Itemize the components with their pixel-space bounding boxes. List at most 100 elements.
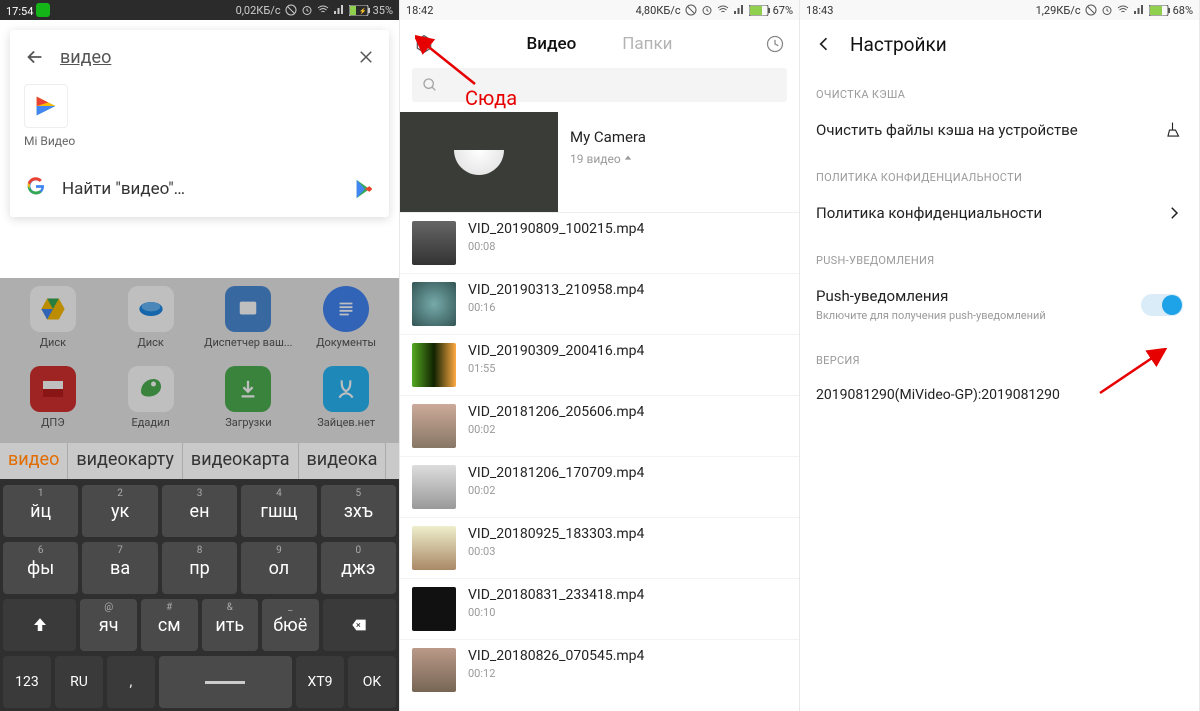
video-item[interactable]: VID_20180831_233418.mp400:10 <box>400 579 799 640</box>
key[interactable]: 8пр <box>162 542 237 594</box>
key[interactable]: 9ол <box>241 542 316 594</box>
alarm-icon <box>701 4 713 16</box>
folder-row[interactable]: My Camera 19 видео <box>400 112 799 213</box>
suggestion[interactable]: видеока <box>299 443 387 479</box>
folder-title: My Camera <box>570 128 646 146</box>
alarm-icon <box>1101 4 1113 16</box>
ok-key[interactable]: OK <box>348 656 396 708</box>
xt9-key[interactable]: XT9 <box>296 656 344 708</box>
svg-text:⚡: ⚡ <box>359 7 366 15</box>
video-item[interactable]: VID_20190809_100215.mp400:08 <box>400 213 799 274</box>
google-play-search[interactable]: Найти "видео"… <box>24 162 375 217</box>
running-app-badge <box>36 3 50 17</box>
section-cache: ОЧИСТКА КЭША <box>800 68 1199 109</box>
tab-videos[interactable]: Видео <box>527 34 577 54</box>
suggestion[interactable]: видеокарта <box>183 443 299 479</box>
back-arrow-icon[interactable] <box>24 46 46 68</box>
app-zaycev[interactable]: Зайцев.нет <box>297 366 395 440</box>
video-item[interactable]: VID_20181206_170709.mp400:02 <box>400 457 799 518</box>
dnd-icon <box>685 4 697 16</box>
signal-icon <box>1133 4 1145 16</box>
google-play-search-label: Найти "видео"… <box>62 179 339 199</box>
suggestion-bar: видео видеокарту видеокарта видеока <box>0 443 399 479</box>
section-push: PUSH-УВЕДОМЛЕНИЯ <box>800 234 1199 275</box>
settings-header: Настройки <box>800 20 1199 68</box>
broom-icon <box>1165 121 1183 139</box>
status-bar: 18:43 1,29КБ/с 68% <box>800 0 1199 20</box>
clear-icon[interactable] <box>357 48 375 66</box>
section-privacy: ПОЛИТИКА КОНФИДЕНЦИАЛЬНОСТИ <box>800 151 1199 192</box>
history-icon[interactable] <box>765 34 785 54</box>
key[interactable]: 1йц <box>3 485 78 537</box>
app-result-label: Mi Видео <box>24 134 75 148</box>
annotation-arrow-1 <box>415 34 495 94</box>
app-downloads[interactable]: Загрузки <box>200 366 298 440</box>
signal-icon <box>733 4 745 16</box>
battery-indicator: ⚡ 35% <box>349 4 393 17</box>
space-key[interactable] <box>159 656 292 708</box>
app-documents[interactable]: Документы <box>297 286 395 360</box>
phone-2-video-library: 18:42 4,80КБ/с 67% Видео Папки My Camera… <box>400 0 800 711</box>
numbers-key[interactable]: 123 <box>3 656 51 708</box>
battery-indicator: 67% <box>749 4 793 17</box>
battery-indicator: 68% <box>1149 4 1193 17</box>
key[interactable]: 5зхъ <box>321 485 396 537</box>
back-chevron-icon[interactable] <box>814 34 834 54</box>
app-result[interactable]: Mi Видео <box>24 84 375 148</box>
phone-1-search: 17:54 0,02КБ/с ⚡ 35% видео Mi <box>0 0 400 711</box>
sort-arrow-up-icon <box>624 154 632 162</box>
keyboard: 1йц 2ук 3ен 4гшщ 5зхъ 6фы 7ва 8пр 9ол 0д… <box>0 479 399 711</box>
app-dpe[interactable]: ДПЭ <box>4 366 102 440</box>
settings-title: Настройки <box>850 33 947 56</box>
annotation-arrow-2 <box>1090 348 1180 398</box>
app-disk[interactable]: Диск <box>4 286 102 360</box>
video-list: VID_20190809_100215.mp400:08 VID_2019031… <box>400 213 799 700</box>
comma-key[interactable]: , <box>107 656 155 708</box>
google-logo-icon <box>24 174 48 203</box>
video-item[interactable]: VID_20180925_183303.mp400:03 <box>400 518 799 579</box>
backspace-key[interactable] <box>323 599 396 651</box>
folder-thumbnail <box>400 112 558 212</box>
privacy-policy-row[interactable]: Политика конфиденциальности <box>800 192 1199 234</box>
key[interactable]: &ить <box>202 599 259 651</box>
wifi-icon <box>717 4 729 16</box>
tab-folders[interactable]: Папки <box>622 34 672 54</box>
clear-cache-row[interactable]: Очистить файлы кэша на устройстве <box>800 109 1199 151</box>
key[interactable]: 3ен <box>162 485 237 537</box>
dnd-icon <box>285 4 297 16</box>
app-disk-2[interactable]: Диск <box>102 286 200 360</box>
suggestion[interactable]: видеокарту <box>68 443 183 479</box>
key[interactable]: 2ук <box>82 485 157 537</box>
key[interactable]: @яч <box>80 599 137 651</box>
status-bar: 17:54 0,02КБ/с ⚡ 35% <box>0 0 399 20</box>
alarm-icon <box>301 4 313 16</box>
search-sheet: видео Mi Видео Найти "видео"… <box>10 30 389 217</box>
push-notifications-row[interactable]: Push-уведомления Включите для получения … <box>800 275 1199 334</box>
search-query[interactable]: видео <box>60 47 343 68</box>
app-dispatcher[interactable]: Диспетчер ваш... <box>200 286 298 360</box>
wifi-icon <box>317 4 329 16</box>
key[interactable]: 4гшщ <box>241 485 316 537</box>
key[interactable]: _бюё <box>262 599 319 651</box>
key[interactable]: 0джэ <box>321 542 396 594</box>
key[interactable]: 7ва <box>82 542 157 594</box>
wifi-icon <box>1117 4 1129 16</box>
video-item[interactable]: VID_20181206_205606.mp400:02 <box>400 396 799 457</box>
status-bar: 18:42 4,80КБ/с 67% <box>400 0 799 20</box>
app-edadil[interactable]: Едадил <box>102 366 200 440</box>
mi-video-icon <box>24 84 68 128</box>
signal-icon <box>333 4 345 16</box>
dnd-icon <box>1085 4 1097 16</box>
suggestion[interactable]: видео <box>0 443 68 479</box>
lang-key[interactable]: RU <box>55 656 103 708</box>
annotation-text: Сюда <box>465 86 517 110</box>
video-item[interactable]: VID_20190309_200416.mp401:55 <box>400 335 799 396</box>
key[interactable]: #см <box>141 599 198 651</box>
video-item[interactable]: VID_20190313_210958.mp400:16 <box>400 274 799 335</box>
chevron-right-icon <box>1165 204 1183 222</box>
key[interactable]: 6фы <box>3 542 78 594</box>
push-toggle[interactable] <box>1141 294 1183 316</box>
app-grid: Диск Диск Диспетчер ваш... Документы ДПЭ… <box>0 278 399 444</box>
shift-key[interactable] <box>3 599 76 651</box>
video-item[interactable]: VID_20180826_070545.mp400:12 <box>400 640 799 700</box>
